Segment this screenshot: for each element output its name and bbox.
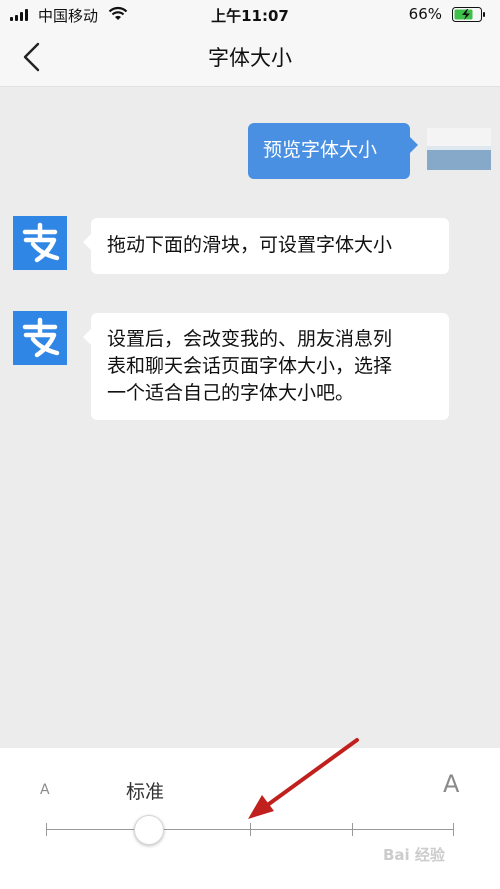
alipay-avatar-icon — [13, 216, 67, 270]
battery-charging-icon — [452, 7, 485, 22]
font-size-slider-track[interactable] — [46, 823, 454, 836]
font-size-slider-thumb[interactable] — [134, 815, 164, 845]
slider-tick[interactable] — [453, 823, 454, 836]
hint-text-1: 拖动下面的滑块，可设置字体大小 — [107, 234, 393, 256]
slider-tick[interactable] — [46, 823, 47, 836]
battery-percent: 66% — [408, 5, 442, 23]
hint-bubble-1: 拖动下面的滑块，可设置字体大小 — [83, 218, 449, 274]
page-title: 字体大小 — [208, 46, 292, 70]
preview-bubble: 预览字体大小 — [248, 123, 418, 179]
hint-text-2-line-1: 设置后，会改变我的、朋友消息列 — [107, 328, 393, 350]
hint-text-2-line-2: 表和聊天会话页面字体大小，选择 — [107, 355, 393, 377]
user-avatar — [427, 128, 491, 170]
annotation-arrow-icon — [248, 738, 359, 819]
hint-text-2: 设置后，会改变我的、朋友消息列 表和聊天会话页面字体大小，选择 一个适合自己的字… — [107, 326, 392, 407]
hint-bubble-2: 设置后，会改变我的、朋友消息列 表和聊天会话页面字体大小，选择 一个适合自己的字… — [83, 313, 449, 420]
watermark: Bai 经验 — [383, 846, 445, 864]
small-font-label: A — [40, 782, 50, 798]
current-size-label: 标准 — [126, 781, 165, 803]
preview-text: 预览字体大小 — [263, 139, 378, 161]
hint-text-2-line-3: 一个适合自己的字体大小吧。 — [107, 382, 355, 404]
nav-bar: 字体大小 — [0, 28, 500, 87]
alipay-avatar-icon — [13, 311, 67, 365]
status-bar: 中国移动 上午11:07 66% — [0, 0, 500, 28]
large-font-label: A — [443, 770, 460, 798]
